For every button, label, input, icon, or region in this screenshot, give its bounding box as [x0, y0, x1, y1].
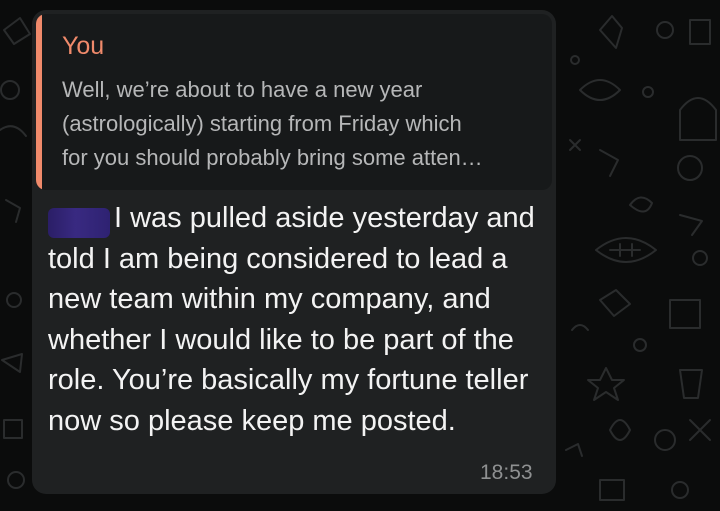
quote-author: You — [62, 32, 105, 60]
message-text: I was pulled aside yesterday and told I … — [48, 202, 535, 437]
message-body: I was pulled aside yesterday and told I … — [48, 198, 538, 441]
quote-text: Well, we’re about to have a new year (as… — [62, 77, 483, 170]
quote-accent-bar — [36, 14, 42, 190]
message-timestamp: 18:53 — [480, 461, 533, 484]
quoted-reply[interactable]: You Well, we’re about to have a new year… — [36, 14, 552, 190]
